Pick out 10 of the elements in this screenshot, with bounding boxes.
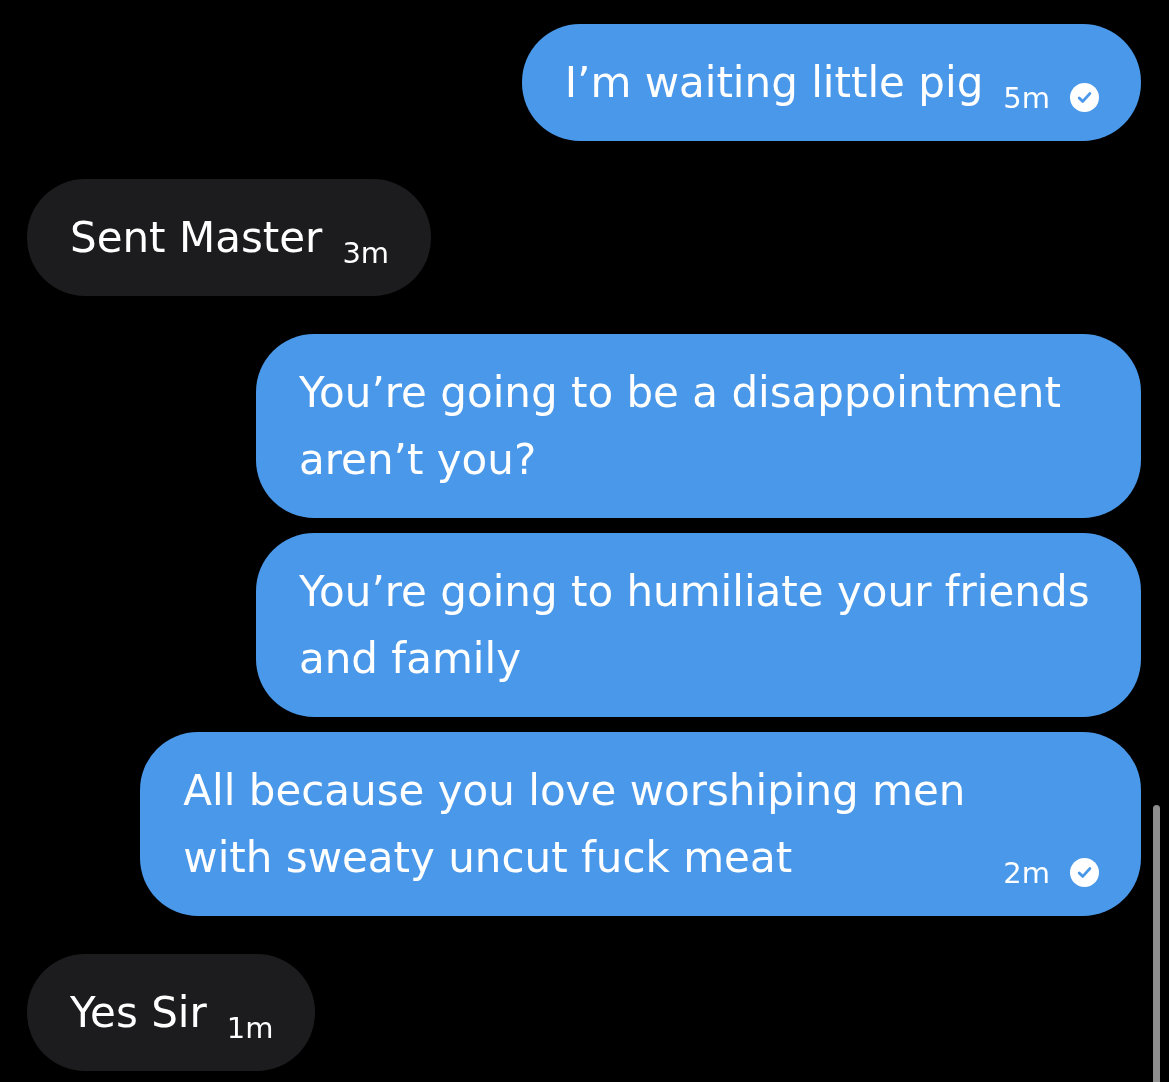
timestamp: 2m (1003, 856, 1050, 889)
message-text: Yes Sir (70, 987, 207, 1039)
timestamp: 1m (226, 1011, 274, 1044)
timestamp: 3m (342, 236, 390, 269)
message-text: I’m waiting little pig (564, 57, 984, 109)
message-text: You’re going to humiliate your friends and family (299, 566, 1091, 685)
message-text: You’re going to be a disappointment aren’t you? (299, 367, 1062, 486)
message-text: All because you love worshiping men with sweaty uncut fuck meat (183, 765, 967, 884)
timestamp: 5m (1003, 81, 1050, 114)
message-text: Sent Master (70, 212, 323, 264)
